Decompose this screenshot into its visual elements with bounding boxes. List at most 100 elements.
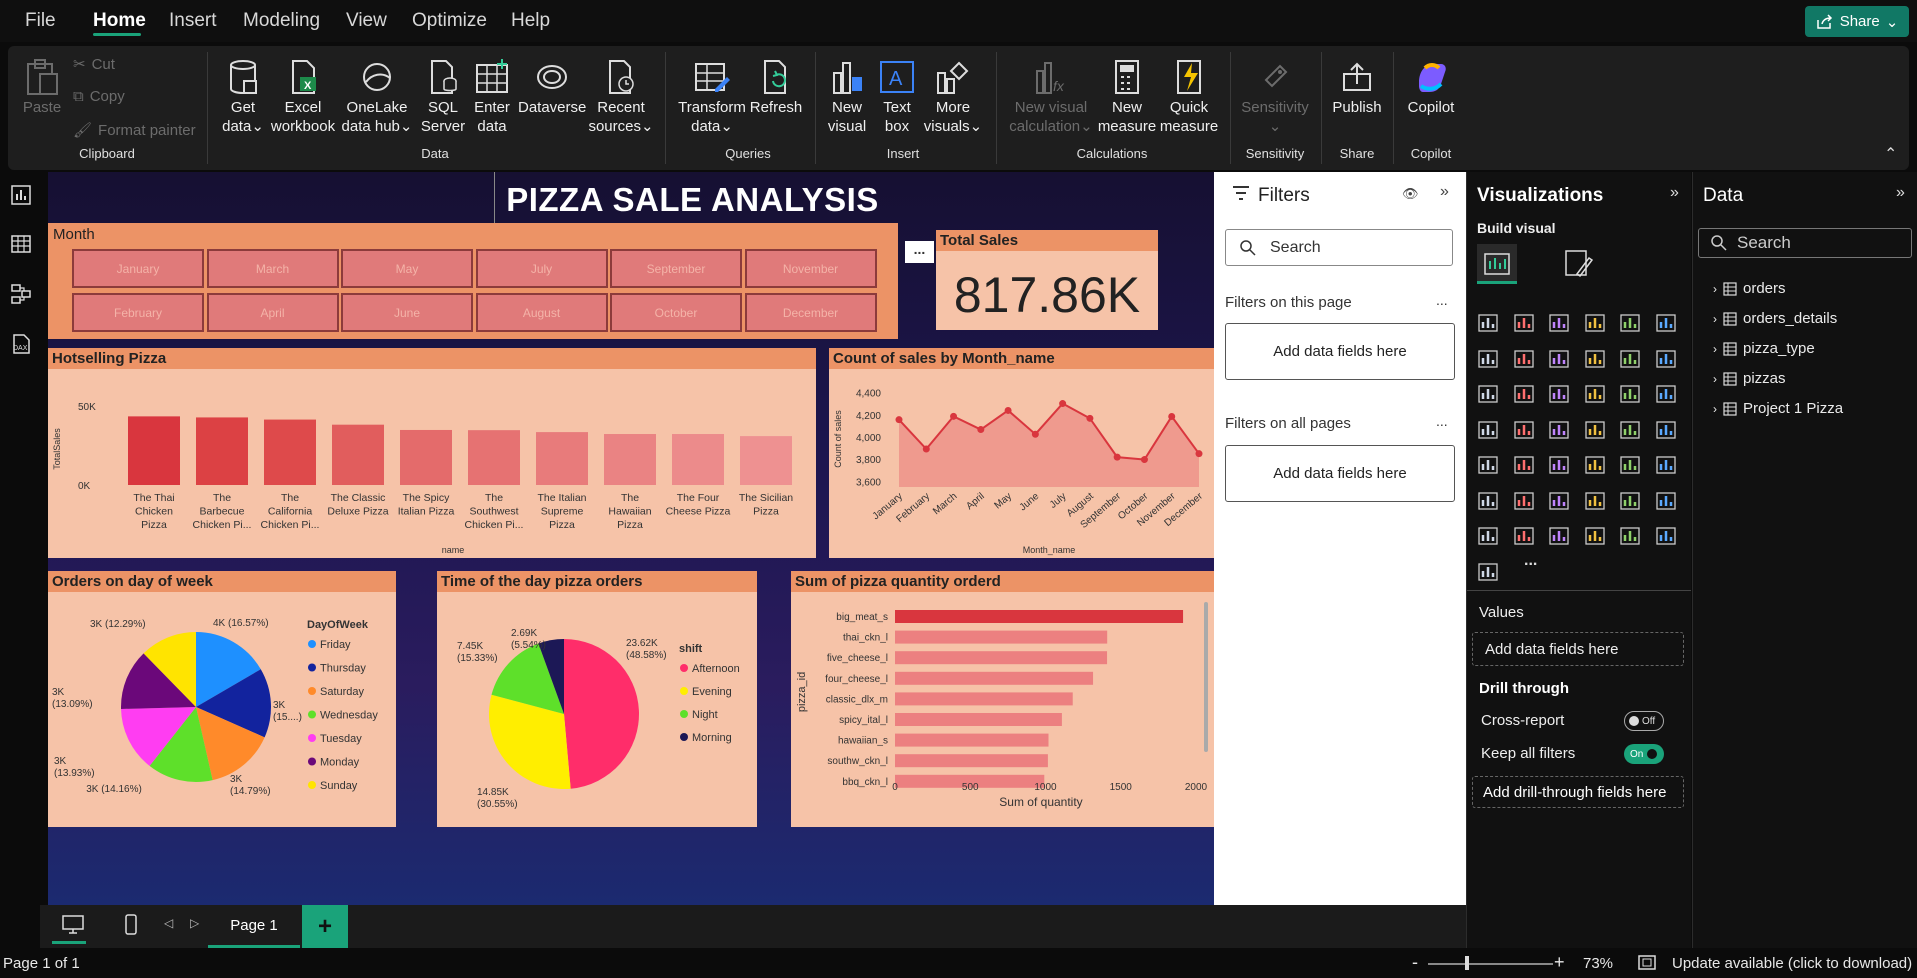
area-visual-icon[interactable] [1513,348,1535,370]
r-visual-visual-icon[interactable] [1655,454,1677,476]
key-influencers-visual-icon[interactable] [1513,490,1535,512]
month-button-june[interactable]: June [341,293,473,332]
collapse-data-icon[interactable]: » [1896,184,1905,202]
collapse-ribbon-icon[interactable]: ⌃ [1884,144,1897,164]
stacked-column-visual-icon[interactable] [1513,312,1535,334]
filters-page-drop-zone[interactable]: Add data fields here [1225,323,1455,380]
clustered-column-visual-icon[interactable] [1584,312,1606,334]
data-table-orders_details[interactable]: › orders_details [1713,310,1837,327]
more-visuals-button[interactable]: More visuals⌄ [922,58,984,136]
data-table-pizzas[interactable]: › pizzas [1713,370,1786,387]
matrix-visual-icon[interactable] [1619,454,1641,476]
sql-server-button[interactable]: SQL Server [418,58,468,136]
keep-filters-toggle[interactable]: On [1624,744,1664,764]
filters-search-input[interactable]: Search [1225,229,1453,266]
filters-page-more-button[interactable]: ... [1436,292,1448,308]
menu-file[interactable]: File [25,10,56,32]
update-notice[interactable]: Update available (click to download) [1672,955,1912,972]
zoom-in-button[interactable]: + [1554,952,1565,973]
cut-button[interactable]: ✂ Cut [73,55,115,74]
publish-button[interactable]: Publish [1330,58,1384,117]
month-button-january[interactable]: January [72,249,204,288]
menu-help[interactable]: Help [511,10,550,32]
data-search-input[interactable]: Search [1698,228,1912,258]
custom-visual-icon[interactable] [1477,561,1499,583]
month-button-may[interactable]: May [341,249,473,288]
format-visual-icon[interactable] [1563,248,1595,280]
100-bar-visual-icon[interactable] [1619,312,1641,334]
pie-visual-icon[interactable] [1619,383,1641,405]
donut-visual-icon[interactable] [1655,383,1677,405]
metrics-visual-icon[interactable] [1655,490,1677,512]
model-view-icon[interactable] [10,283,32,305]
excel-workbook-button[interactable]: X Excel workbook [268,58,338,136]
arcgis-visual-icon[interactable] [1584,525,1606,547]
narrative-visual-icon[interactable] [1619,490,1641,512]
report-view-icon[interactable] [10,184,32,206]
stacked-bar-visual-icon[interactable] [1477,312,1499,334]
diamond-visual-icon[interactable] [1619,525,1641,547]
zoom-out-button[interactable]: - [1412,952,1418,973]
python-visual-icon[interactable] [1477,490,1499,512]
more-visuals-ellipsis[interactable]: ... [1524,552,1537,570]
month-button-september[interactable]: September [610,249,742,288]
azure-map-visual-icon[interactable] [1584,419,1606,441]
dataverse-button[interactable]: Dataverse [518,58,586,117]
share-button[interactable]: Share ⌄ [1805,6,1909,37]
menu-home[interactable]: Home [93,10,146,32]
month-button-april[interactable]: April [206,293,339,332]
sensitivity-button[interactable]: Sensitivity ⌄ [1236,58,1314,136]
stacked-area-visual-icon[interactable] [1548,348,1570,370]
menu-insert[interactable]: Insert [169,10,217,32]
slicer-visual-icon[interactable] [1548,454,1570,476]
line-clustered-visual-icon[interactable] [1513,383,1535,405]
filters-all-more-button[interactable]: ... [1436,413,1448,429]
new-visual-button[interactable]: New visual [825,58,869,136]
month-button-august[interactable]: August [475,293,608,332]
line-visual-icon[interactable] [1477,348,1499,370]
fit-to-page-icon[interactable] [1638,955,1656,971]
month-button-july[interactable]: July [475,249,608,288]
filled-map-visual-icon[interactable] [1548,419,1570,441]
next-page-icon[interactable]: ▷ [190,916,199,930]
desktop-layout-icon[interactable] [62,915,84,935]
menu-modeling[interactable]: Modeling [243,10,320,32]
copy-button[interactable]: ⧉ Copy [73,88,125,105]
collapse-viz-icon[interactable]: » [1670,184,1679,202]
month-button-october[interactable]: October [610,293,742,332]
menu-optimize[interactable]: Optimize [412,10,487,32]
prev-page-icon[interactable]: ◁ [164,916,173,930]
get-data-button[interactable]: Get data⌄ [216,58,270,136]
month-button-march[interactable]: March [206,249,339,288]
chevron-visual-icon[interactable] [1655,525,1677,547]
quick-measure-button[interactable]: Quick measure [1158,58,1220,136]
cross-report-toggle[interactable]: Off [1624,711,1664,731]
month-button-february[interactable]: February [72,293,204,332]
ribbon-visual-icon[interactable] [1584,348,1606,370]
new-visual-calculation-button[interactable]: fx New visual calculation⌄ [1006,58,1096,136]
scatter-visual-icon[interactable] [1584,383,1606,405]
collapse-filters-icon[interactable]: » [1440,183,1449,201]
recent-sources-button[interactable]: Recent sources⌄ [588,58,654,136]
ribbon2-visual-icon[interactable] [1548,383,1570,405]
card-visual-icon[interactable] [1655,419,1677,441]
page-tab-page-1[interactable]: Page 1 [208,905,300,948]
onelake-button[interactable]: OneLake data hub⌄ [340,58,414,136]
drill-through-drop-zone[interactable]: Add drill-through fields here [1472,776,1684,808]
zoom-slider-thumb[interactable] [1465,956,1469,970]
text-box-button[interactable]: A Text box [875,58,919,136]
more-options-button[interactable]: ... [905,241,934,263]
data-table-project-1-pizza[interactable]: › Project 1 Pizza [1713,400,1843,417]
build-visual-tab[interactable] [1477,244,1517,284]
transform-data-button[interactable]: Transform data⌄ [678,58,746,136]
qa-visual-icon[interactable] [1584,490,1606,512]
zoom-slider[interactable] [1428,963,1553,965]
table-visual-icon[interactable] [1584,454,1606,476]
table-view-icon[interactable] [10,233,32,255]
menu-view[interactable]: View [346,10,387,32]
multirow-card-visual-icon[interactable] [1477,454,1499,476]
funnel-visual-icon[interactable] [1655,348,1677,370]
new-measure-button[interactable]: New measure [1096,58,1158,136]
eye-icon[interactable]: 👁 [1402,186,1419,202]
power-apps-visual-icon[interactable] [1513,525,1535,547]
